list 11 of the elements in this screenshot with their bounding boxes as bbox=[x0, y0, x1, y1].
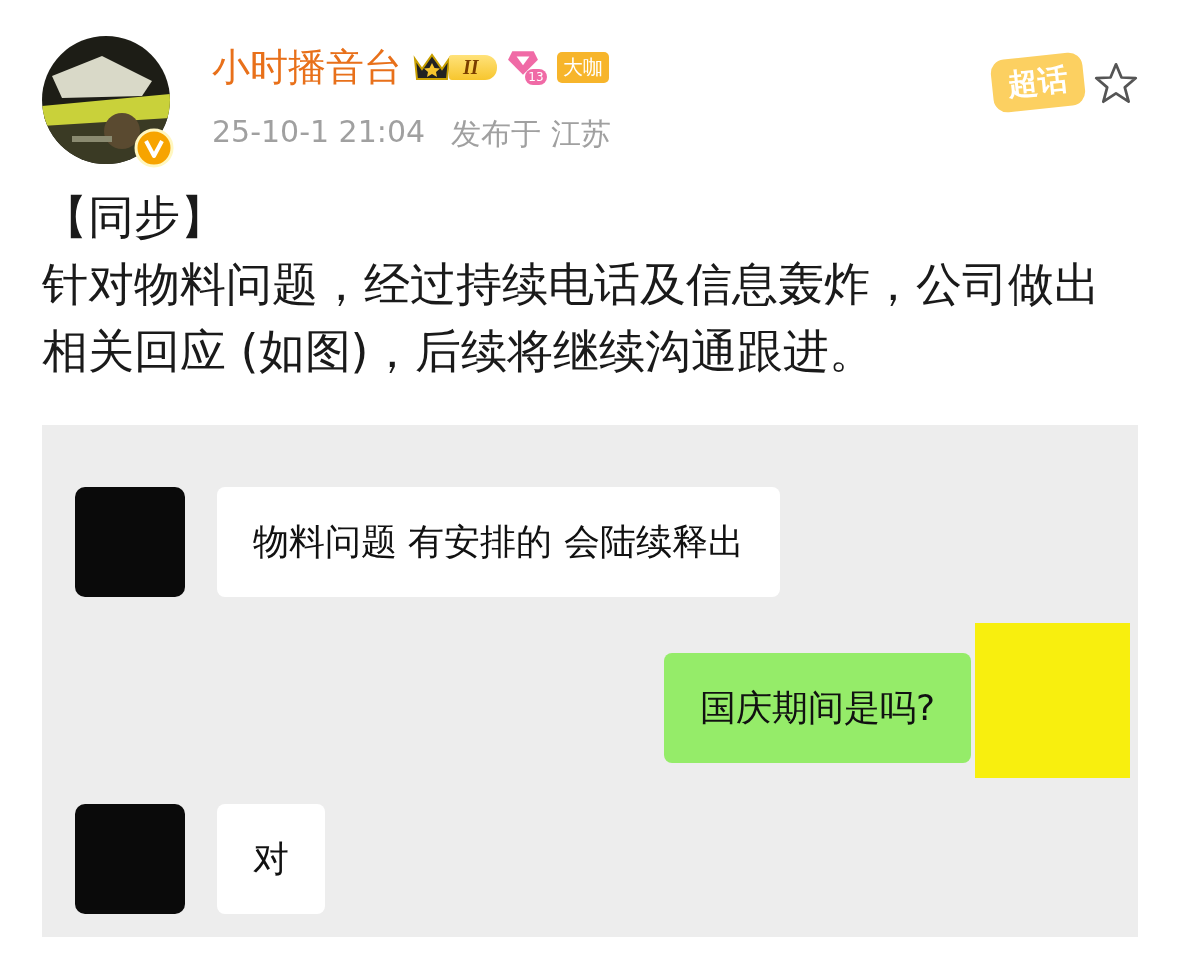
post-title: 【同步】 bbox=[42, 189, 227, 246]
status-badge: 大咖 bbox=[556, 51, 609, 83]
post-text: 针对物料问题，经过持续电话及信息轰炸，公司做出相关回应 (如图)，后续将继续沟通跟进。 bbox=[42, 256, 1101, 380]
level-badge: II bbox=[412, 51, 497, 83]
post-time: 25-10-1 21:04 bbox=[212, 114, 426, 151]
post-location: 发布于 江苏 bbox=[451, 115, 611, 153]
message-bubble: 对 bbox=[217, 804, 325, 914]
message-bubble: 国庆期间是吗? bbox=[663, 653, 971, 763]
star-icon[interactable] bbox=[1094, 60, 1138, 105]
message-bubble: 物料问题 有安排的 会陆续释出 bbox=[217, 487, 780, 597]
author-name[interactable]: 小时播音台 bbox=[212, 42, 402, 92]
